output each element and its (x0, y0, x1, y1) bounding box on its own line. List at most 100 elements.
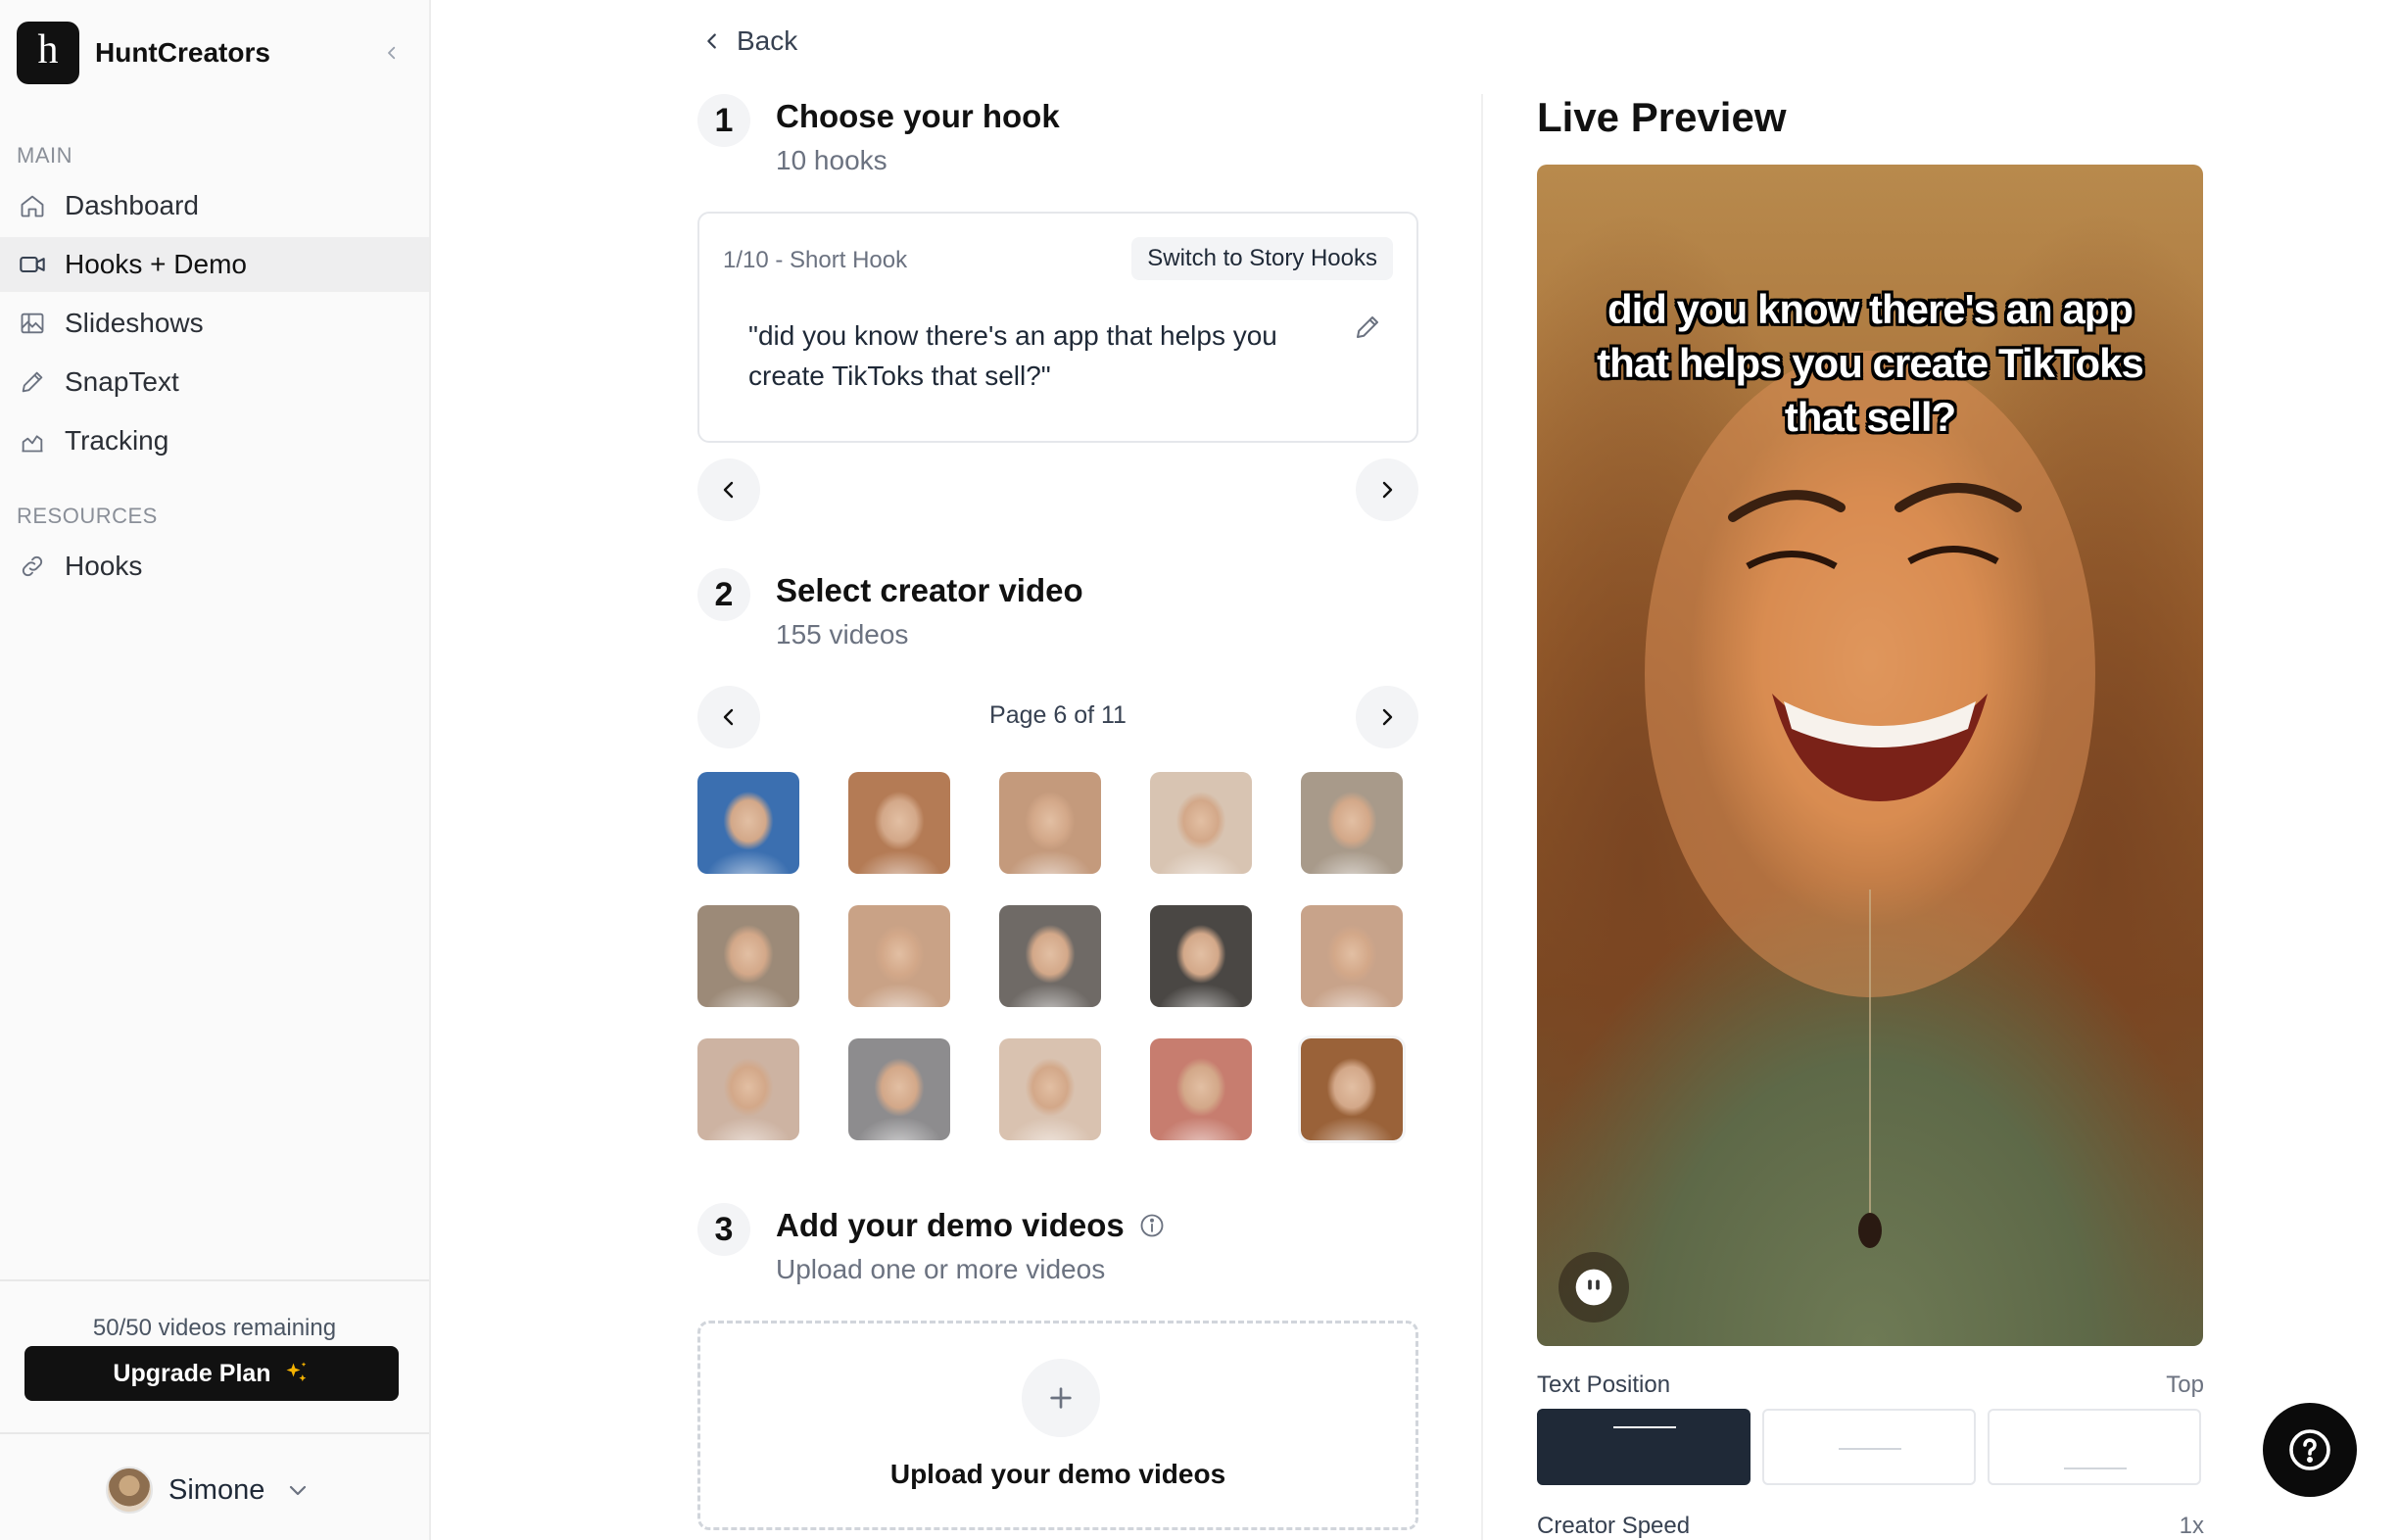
pencil-icon (1357, 316, 1378, 338)
sidebar-item-label: SnapText (65, 366, 179, 397)
brand[interactable]: h HuntCreators (17, 22, 270, 84)
pencil-icon (18, 367, 47, 397)
step-title: Add your demo videos (776, 1207, 1166, 1244)
creator-video-thumbnail[interactable] (1150, 1038, 1252, 1140)
creator-video-thumbnail[interactable] (999, 1038, 1101, 1140)
home-icon (18, 191, 47, 220)
creator-video-thumbnail[interactable] (1150, 905, 1252, 1007)
step-number: 3 (697, 1203, 750, 1256)
back-label: Back (737, 25, 798, 56)
step-title-text: Add your demo videos (776, 1207, 1125, 1243)
creator-video-thumbnail[interactable] (848, 1038, 950, 1140)
hook-meta: 1/10 - Short Hook (723, 247, 908, 273)
collapse-sidebar-button[interactable] (376, 37, 408, 69)
preview-title: Live Preview (1537, 94, 1787, 140)
info-icon[interactable] (1138, 1212, 1166, 1239)
pause-icon (1575, 1269, 1612, 1306)
section-label-resources: RESOURCES (17, 504, 158, 528)
user-menu[interactable]: Simone (106, 1467, 310, 1514)
creator-video-thumbnail[interactable] (1301, 905, 1403, 1007)
step-title-text: Choose your hook (776, 98, 1060, 134)
link-icon (18, 552, 47, 581)
divider (0, 1279, 429, 1281)
step-subtitle: Upload one or more videos (776, 1254, 1106, 1284)
chevron-left-icon (388, 46, 396, 60)
sidebar-item-label: Dashboard (65, 190, 199, 220)
help-icon (2289, 1429, 2330, 1470)
user-name: Simone (168, 1473, 265, 1506)
sidebar-item-hooks-demo[interactable]: Hooks + Demo (0, 237, 429, 292)
position-indicator (2064, 1468, 2127, 1469)
step-subtitle: 10 hooks (776, 145, 887, 175)
videos-remaining: 50/50 videos remaining (92, 1315, 337, 1341)
text-position-bottom-button[interactable] (1988, 1409, 2201, 1485)
creator-video-thumbnail[interactable] (999, 905, 1101, 1007)
sidebar-item-slideshows[interactable]: Slideshows (0, 296, 429, 351)
position-indicator (1839, 1448, 1901, 1450)
next-page-button[interactable] (1356, 686, 1418, 748)
brand-name: HuntCreators (95, 37, 270, 68)
avatar (106, 1467, 153, 1514)
text-position-top-button[interactable] (1537, 1409, 1751, 1485)
text-position-label: Text Position (1537, 1372, 1671, 1398)
sidebar-item-hooks-resource[interactable]: Hooks (0, 539, 429, 594)
column-divider (1481, 94, 1483, 1540)
sidebar-item-label: Slideshows (65, 308, 204, 338)
chevron-right-icon (1382, 708, 1393, 726)
step-number: 2 (697, 568, 750, 621)
sidebar-item-snaptext[interactable]: SnapText (0, 355, 429, 409)
creator-video-thumbnail[interactable] (1298, 1035, 1406, 1143)
sidebar-item-label: Hooks (65, 551, 143, 581)
plus-icon (1022, 1359, 1100, 1437)
step-title: Select creator video (776, 572, 1083, 609)
creator-video-thumbnail[interactable] (848, 772, 950, 874)
step-title: Choose your hook (776, 98, 1060, 135)
chart-icon (18, 426, 47, 456)
edit-hook-button[interactable] (1348, 308, 1387, 347)
section-label-main: MAIN (17, 143, 72, 168)
step-title-text: Select creator video (776, 572, 1083, 608)
creator-video-thumbnail[interactable] (848, 905, 950, 1007)
previous-hook-button[interactable] (697, 458, 760, 521)
brand-logo: h (17, 22, 79, 84)
hook-text: "did you know there's an app that helps … (748, 320, 1277, 391)
step-subtitle: 155 videos (776, 619, 909, 650)
creator-video-thumbnail[interactable] (697, 772, 799, 874)
text-position-value: Top (2166, 1372, 2204, 1398)
creator-speed-label: Creator Speed (1537, 1513, 1691, 1539)
switch-to-story-hooks-button[interactable]: Switch to Story Hooks (1131, 237, 1393, 280)
upgrade-plan-button[interactable]: Upgrade Plan (24, 1346, 399, 1401)
help-button[interactable] (2263, 1403, 2357, 1497)
creator-video-thumbnail[interactable] (697, 1038, 799, 1140)
next-hook-button[interactable] (1356, 458, 1418, 521)
creator-video-thumbnail[interactable] (697, 905, 799, 1007)
sparkles-icon (283, 1360, 311, 1387)
sidebar: h HuntCreators MAIN Dashboard Hooks + De… (0, 0, 431, 1540)
hook-overlay-text: did you know there's an app that helps y… (1597, 286, 2144, 440)
upgrade-plan-label: Upgrade Plan (113, 1359, 271, 1387)
text-position-middle-button[interactable] (1762, 1409, 1976, 1485)
sidebar-item-label: Hooks + Demo (65, 249, 247, 279)
creator-speed-value: 1x (2179, 1513, 2204, 1539)
upload-label: Upload your demo videos (889, 1459, 1226, 1489)
video-camera-icon (18, 250, 47, 279)
position-indicator (1613, 1426, 1676, 1428)
image-icon (18, 309, 47, 338)
creator-video-thumbnail[interactable] (1150, 772, 1252, 874)
chevron-left-icon (707, 33, 716, 49)
chevron-right-icon (1382, 481, 1393, 499)
live-preview-video[interactable]: did you know there's an app that helps y… (1537, 165, 2203, 1346)
creator-video-thumbnail[interactable] (999, 772, 1101, 874)
hook-card: 1/10 - Short Hook Switch to Story Hooks … (697, 212, 1418, 443)
pause-button[interactable] (1559, 1252, 1629, 1323)
page-indicator: Page 6 of 11 (989, 701, 1127, 729)
creator-video-thumbnail[interactable] (1301, 772, 1403, 874)
chevron-left-icon (723, 481, 734, 499)
divider (0, 1432, 429, 1434)
back-button[interactable]: Back (701, 25, 797, 57)
sidebar-item-tracking[interactable]: Tracking (0, 413, 429, 468)
sidebar-item-label: Tracking (65, 425, 169, 456)
chevron-down-icon (286, 1478, 310, 1502)
upload-demo-videos-dropzone[interactable]: Upload your demo videos (697, 1321, 1418, 1530)
sidebar-item-dashboard[interactable]: Dashboard (0, 178, 429, 233)
